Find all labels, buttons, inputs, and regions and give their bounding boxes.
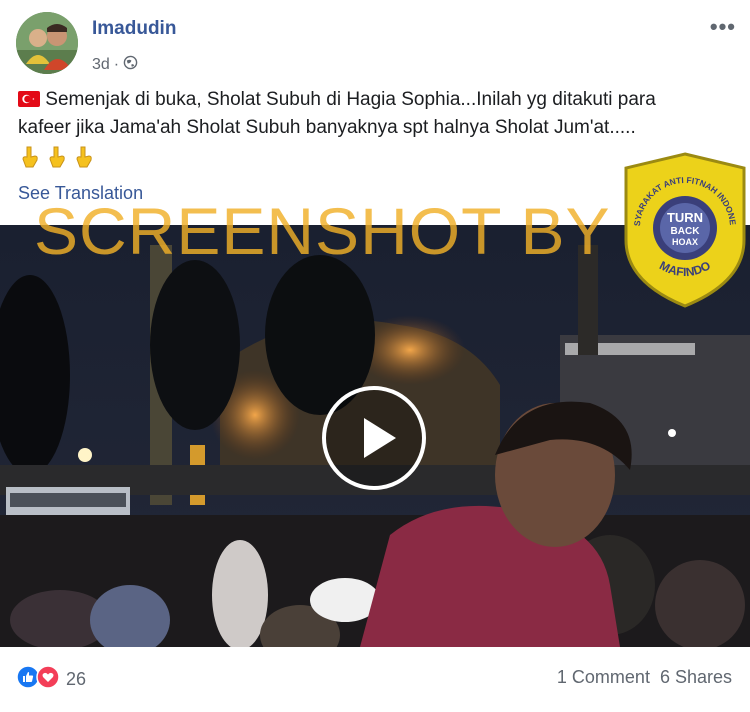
post-text: Semenjak di buka, Sholat Subuh di Hagia … (18, 86, 733, 142)
post-text-line-1: Semenjak di buka, Sholat Subuh di Hagia … (18, 86, 733, 114)
badge-center-line-1: TURN (667, 210, 703, 225)
badge-center-line-2: BACK (671, 226, 701, 237)
comments-link[interactable]: 1 Comment (557, 667, 650, 688)
mafindo-badge: MASYARAKAT ANTI FITNAH INDONESIA TURN BA… (618, 144, 748, 308)
post-header: Imadudin 3d · ••• (0, 0, 750, 80)
pointing-down-icon (72, 145, 96, 174)
post-footer: 26 1 Comment 6 Shares (0, 647, 750, 712)
watermark-text: SCREENSHOT BY (34, 194, 611, 268)
play-button[interactable] (322, 386, 426, 490)
shares-link[interactable]: 6 Shares (660, 667, 732, 688)
author-name[interactable]: Imadudin (92, 18, 176, 40)
reactions-summary[interactable]: 26 (16, 665, 86, 694)
globe-icon[interactable] (123, 55, 138, 75)
reaction-count: 26 (66, 669, 87, 689)
love-icon (36, 665, 60, 694)
emoji-row (18, 145, 96, 174)
meta-separator: · (113, 56, 120, 73)
badge-center-line-3: HOAX (672, 237, 698, 247)
avatar[interactable] (16, 12, 78, 74)
post-stats: 1 Comment 6 Shares (557, 667, 732, 688)
avatar-image (16, 12, 78, 74)
pointing-down-icon (18, 145, 42, 174)
post-meta: 3d · (92, 55, 138, 75)
post-text-line-1-content: Semenjak di buka, Sholat Subuh di Hagia … (45, 89, 656, 110)
post-text-line-2: kafeer jika Jama'ah Sholat Subuh banyakn… (18, 117, 636, 138)
turkey-flag-icon (18, 89, 45, 110)
post-time[interactable]: 3d (92, 56, 110, 74)
more-options-icon[interactable]: ••• (710, 14, 736, 40)
play-icon (364, 418, 396, 458)
pointing-down-icon (45, 145, 69, 174)
